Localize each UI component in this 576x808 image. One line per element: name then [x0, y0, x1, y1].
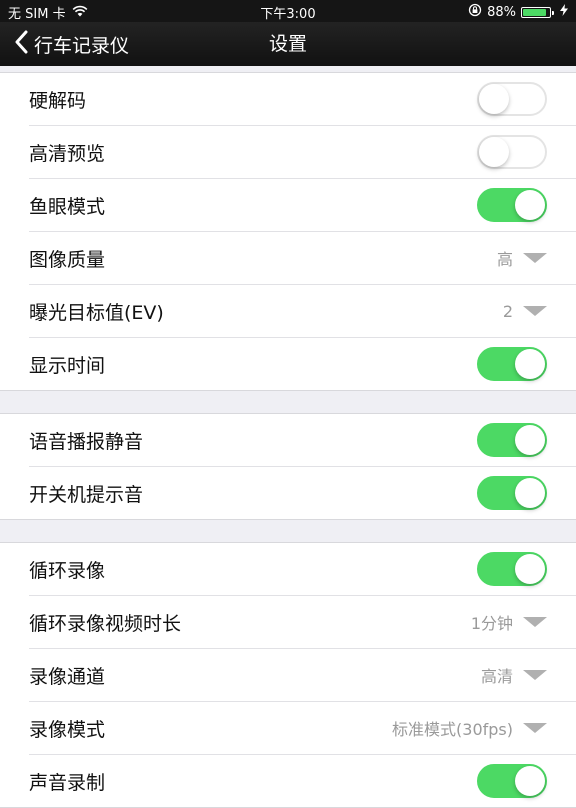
settings-row-audio-recording[interactable]: 声音录制: [29, 755, 576, 807]
caret-down-icon: [523, 617, 547, 627]
toggle-knob: [515, 766, 545, 796]
settings-row-recording-channel[interactable]: 录像通道 高清: [29, 649, 576, 702]
dropdown-value: 2: [502, 301, 513, 321]
toggle-knob: [479, 84, 509, 114]
row-label: 循环录像视频时长: [29, 612, 182, 635]
settings-row-loop-recording[interactable]: 循环录像: [29, 543, 576, 596]
dropdown-value: 1分钟: [470, 614, 513, 633]
status-bar-right: 88%: [468, 3, 568, 21]
hardware-decoding-toggle[interactable]: [477, 82, 547, 116]
settings-row-recording-mode[interactable]: 录像模式 标准模式(30fps): [29, 702, 576, 755]
exposure-ev-dropdown[interactable]: 2: [503, 302, 547, 321]
toggle-knob: [515, 425, 545, 455]
row-label: 硬解码: [29, 89, 87, 112]
battery-fill: [523, 8, 546, 16]
loop-duration-dropdown[interactable]: 1分钟: [471, 610, 547, 634]
settings-row-exposure-ev[interactable]: 曝光目标值(EV) 2: [29, 285, 576, 338]
rotation-lock-icon: [468, 3, 482, 21]
settings-list: 硬解码 高清预览 鱼眼模式 图像质量 高 曝光目标值(EV) 2 显示时间 语音…: [0, 72, 576, 808]
row-label: 声音录制: [29, 771, 106, 794]
settings-section-recording: 循环录像 循环录像视频时长 1分钟 录像通道 高清 录像模式 标准模式(30fp…: [0, 542, 576, 808]
toggle-knob: [479, 137, 509, 167]
row-label: 鱼眼模式: [29, 195, 106, 218]
row-label: 显示时间: [29, 354, 106, 377]
back-button[interactable]: 行车记录仪: [14, 22, 129, 66]
caret-down-icon: [523, 670, 547, 680]
fisheye-mode-toggle[interactable]: [477, 188, 547, 222]
settings-row-loop-duration[interactable]: 循环录像视频时长 1分钟: [29, 596, 576, 649]
settings-section-sound: 语音播报静音 开关机提示音: [0, 413, 576, 520]
caret-down-icon: [523, 306, 547, 316]
settings-row-image-quality[interactable]: 图像质量 高: [29, 232, 576, 285]
image-quality-dropdown[interactable]: 高: [497, 246, 547, 270]
voice-mute-toggle[interactable]: [477, 423, 547, 457]
power-sound-toggle[interactable]: [477, 476, 547, 510]
dropdown-value: 标准模式(30fps): [392, 720, 513, 739]
row-label: 开关机提示音: [29, 483, 144, 506]
loop-recording-toggle[interactable]: [477, 552, 547, 586]
toggle-knob: [515, 478, 545, 508]
battery-icon: [521, 6, 554, 18]
recording-mode-dropdown[interactable]: 标准模式(30fps): [392, 716, 547, 740]
caret-down-icon: [523, 723, 547, 733]
dropdown-value: 高: [496, 250, 513, 269]
settings-row-hd-preview[interactable]: 高清预览: [29, 126, 576, 179]
settings-row-show-time[interactable]: 显示时间: [29, 338, 576, 390]
settings-row-fisheye-mode[interactable]: 鱼眼模式: [29, 179, 576, 232]
status-bar: 无 SIM 卡 下午3:00 88%: [0, 0, 576, 22]
recording-channel-dropdown[interactable]: 高清: [481, 663, 547, 687]
navigation-bar: 行车记录仪 设置: [0, 22, 576, 66]
chevron-left-icon: [14, 30, 28, 58]
row-label: 高清预览: [29, 142, 106, 165]
dropdown-value: 高清: [480, 667, 513, 686]
charging-icon: [560, 4, 568, 20]
row-label: 曝光目标值(EV): [29, 301, 164, 324]
row-label: 图像质量: [29, 248, 106, 271]
settings-row-hardware-decoding[interactable]: 硬解码: [29, 73, 576, 126]
battery-percent: 88%: [487, 4, 516, 20]
toggle-knob: [515, 190, 545, 220]
toggle-knob: [515, 554, 545, 584]
audio-recording-toggle[interactable]: [477, 764, 547, 798]
settings-row-power-sound[interactable]: 开关机提示音: [29, 467, 576, 519]
row-label: 录像通道: [29, 665, 106, 688]
caret-down-icon: [523, 253, 547, 263]
row-label: 录像模式: [29, 718, 106, 741]
toggle-knob: [515, 349, 545, 379]
hd-preview-toggle[interactable]: [477, 135, 547, 169]
show-time-toggle[interactable]: [477, 347, 547, 381]
row-label: 循环录像: [29, 559, 106, 582]
row-label: 语音播报静音: [29, 430, 144, 453]
settings-row-voice-mute[interactable]: 语音播报静音: [29, 414, 576, 467]
settings-section-video: 硬解码 高清预览 鱼眼模式 图像质量 高 曝光目标值(EV) 2 显示时间: [0, 72, 576, 391]
back-label: 行车记录仪: [34, 34, 130, 57]
